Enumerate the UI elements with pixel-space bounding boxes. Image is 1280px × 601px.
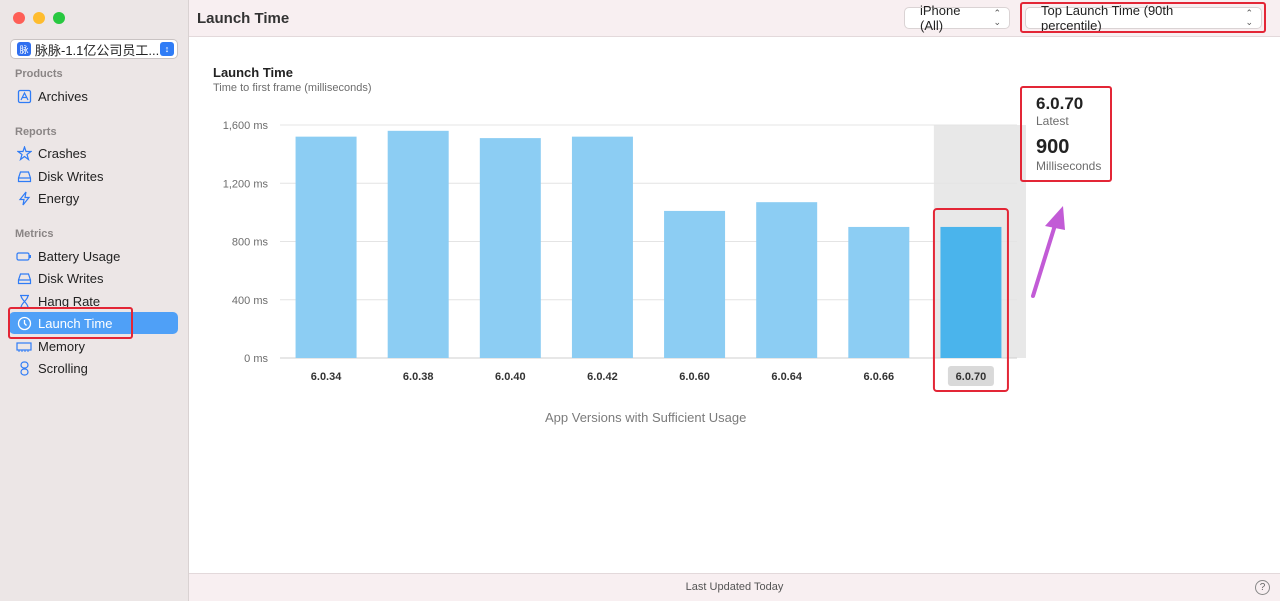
help-button[interactable]: ?: [1255, 580, 1270, 595]
clock-icon: [16, 315, 32, 331]
x-tick-label: 6.0.66: [864, 371, 895, 383]
sidebar-item-label: Scrolling: [38, 360, 88, 376]
disk-icon: [16, 270, 32, 286]
window-controls: [13, 12, 65, 24]
sidebar-item-label: Disk Writes: [38, 168, 104, 184]
launch-time-chart: 0 ms 400 ms 800 ms 1,200 ms 1,600 ms 6.0.34 6.…: [223, 120, 1026, 392]
bar: [940, 226, 1002, 358]
chart-title: Launch Time: [213, 65, 293, 80]
bar: [387, 130, 449, 358]
sidebar-item-battery-usage[interactable]: Battery Usage: [9, 245, 178, 267]
close-window-button[interactable]: [13, 12, 25, 24]
latest-version: 6.0.70: [1036, 94, 1084, 113]
device-select[interactable]: iPhone (All) ⌃ ⌄: [904, 3, 1010, 33]
sidebar-item-label: Battery Usage: [38, 248, 121, 264]
latest-version-label: Latest: [1036, 114, 1069, 128]
sidebar-item-label: Crashes: [38, 145, 87, 161]
y-tick-label: 800 ms: [232, 237, 269, 249]
crash-icon: [16, 145, 32, 161]
sidebar-item-label: Archives: [38, 88, 88, 104]
latest-value: 900: [1036, 136, 1070, 158]
device-select-value: iPhone (All): [920, 3, 961, 33]
y-tick-label: 400 ms: [232, 295, 269, 307]
sidebar-item-hang-rate[interactable]: Hang Rate: [9, 290, 178, 312]
page-title: Launch Time: [197, 10, 290, 27]
y-tick-label: 0 ms: [244, 353, 268, 365]
chevron-updown-icon: ⌃ ⌄: [993, 8, 1001, 27]
sidebar-item-archives[interactable]: Archives: [9, 85, 178, 107]
chart-subtitle: Time to first frame (milliseconds): [213, 82, 372, 94]
metric-select-value: Top Launch Time (90th percentile): [1041, 3, 1174, 33]
minimize-window-button[interactable]: [33, 12, 45, 24]
bar: [756, 202, 818, 358]
y-tick-label: 1,200 ms: [223, 178, 269, 190]
x-tick-label: 6.0.64: [771, 371, 802, 383]
app-icon: 脉: [17, 42, 31, 56]
battery-icon: [16, 248, 32, 264]
app-name: 脉脉-1.1亿公司员工...: [35, 42, 160, 58]
x-tick-label: 6.0.40: [495, 371, 526, 383]
sidebar-item-label: Energy: [38, 190, 80, 206]
chevron-updown-icon: ⌃ ⌄: [1245, 8, 1253, 27]
x-axis-title: App Versions with Sufficient Usage: [545, 410, 747, 425]
sidebar-item-label: Hang Rate: [38, 293, 101, 309]
x-tick-label: 6.0.38: [403, 371, 434, 383]
status-bar: Last Updated Today ?: [189, 573, 1280, 601]
scroll-icon: [16, 360, 32, 376]
zoom-window-button[interactable]: [53, 12, 65, 24]
sidebar-item-label: Memory: [38, 338, 85, 354]
sidebar-item-energy[interactable]: Energy: [9, 187, 178, 209]
sidebar-item-disk-writes-report[interactable]: Disk Writes: [9, 165, 178, 187]
y-tick-label: 1,600 ms: [223, 120, 269, 132]
sidebar-item-crashes[interactable]: Crashes: [9, 142, 178, 164]
sidebar-item-disk-writes[interactable]: Disk Writes: [9, 267, 178, 289]
sidebar-item-scrolling[interactable]: Scrolling: [9, 357, 178, 379]
memory-icon: [16, 338, 32, 354]
bar: [571, 136, 633, 358]
x-tick-label: 6.0.42: [587, 371, 618, 383]
sidebar-item-launch-time[interactable]: Launch Time: [9, 312, 178, 334]
section-title-metrics: Metrics: [15, 228, 54, 240]
hourglass-icon: [16, 293, 32, 309]
annotation-arrow: [1031, 206, 1065, 298]
bar: [479, 138, 541, 358]
app-picker[interactable]: 脉 脉脉-1.1亿公司员工... ↕: [10, 39, 178, 59]
metric-select[interactable]: Top Launch Time (90th percentile) ⌃ ⌄: [1025, 3, 1262, 33]
bar: [664, 210, 726, 358]
summary-panel: 6.0.70 Latest 900 Milliseconds: [1021, 87, 1111, 181]
bar: [848, 226, 910, 358]
sidebar-item-label: Launch Time: [38, 315, 113, 331]
x-tick-label: 6.0.60: [679, 371, 710, 383]
chevron-updown-icon: ↕: [160, 42, 174, 56]
toolbar: Launch Time iPhone (All) ⌃ ⌄ Top Launch T…: [189, 0, 1280, 37]
latest-value-label: Milliseconds: [1036, 159, 1102, 173]
section-title-products: Products: [15, 68, 63, 80]
sidebar: 脉 脉脉-1.1亿公司员工... ↕ Products Archives Rep…: [0, 0, 189, 601]
sidebar-item-label: Disk Writes: [38, 270, 104, 286]
disk-icon: [16, 168, 32, 184]
last-updated: Last Updated Today: [685, 581, 784, 593]
x-tick-label: 6.0.34: [311, 371, 342, 383]
bar: [295, 136, 357, 358]
archive-icon: [16, 88, 32, 104]
bolt-icon: [16, 190, 32, 206]
section-title-reports: Reports: [15, 126, 57, 138]
x-tick-label: 6.0.70: [956, 371, 987, 383]
sidebar-item-memory[interactable]: Memory: [9, 335, 178, 357]
